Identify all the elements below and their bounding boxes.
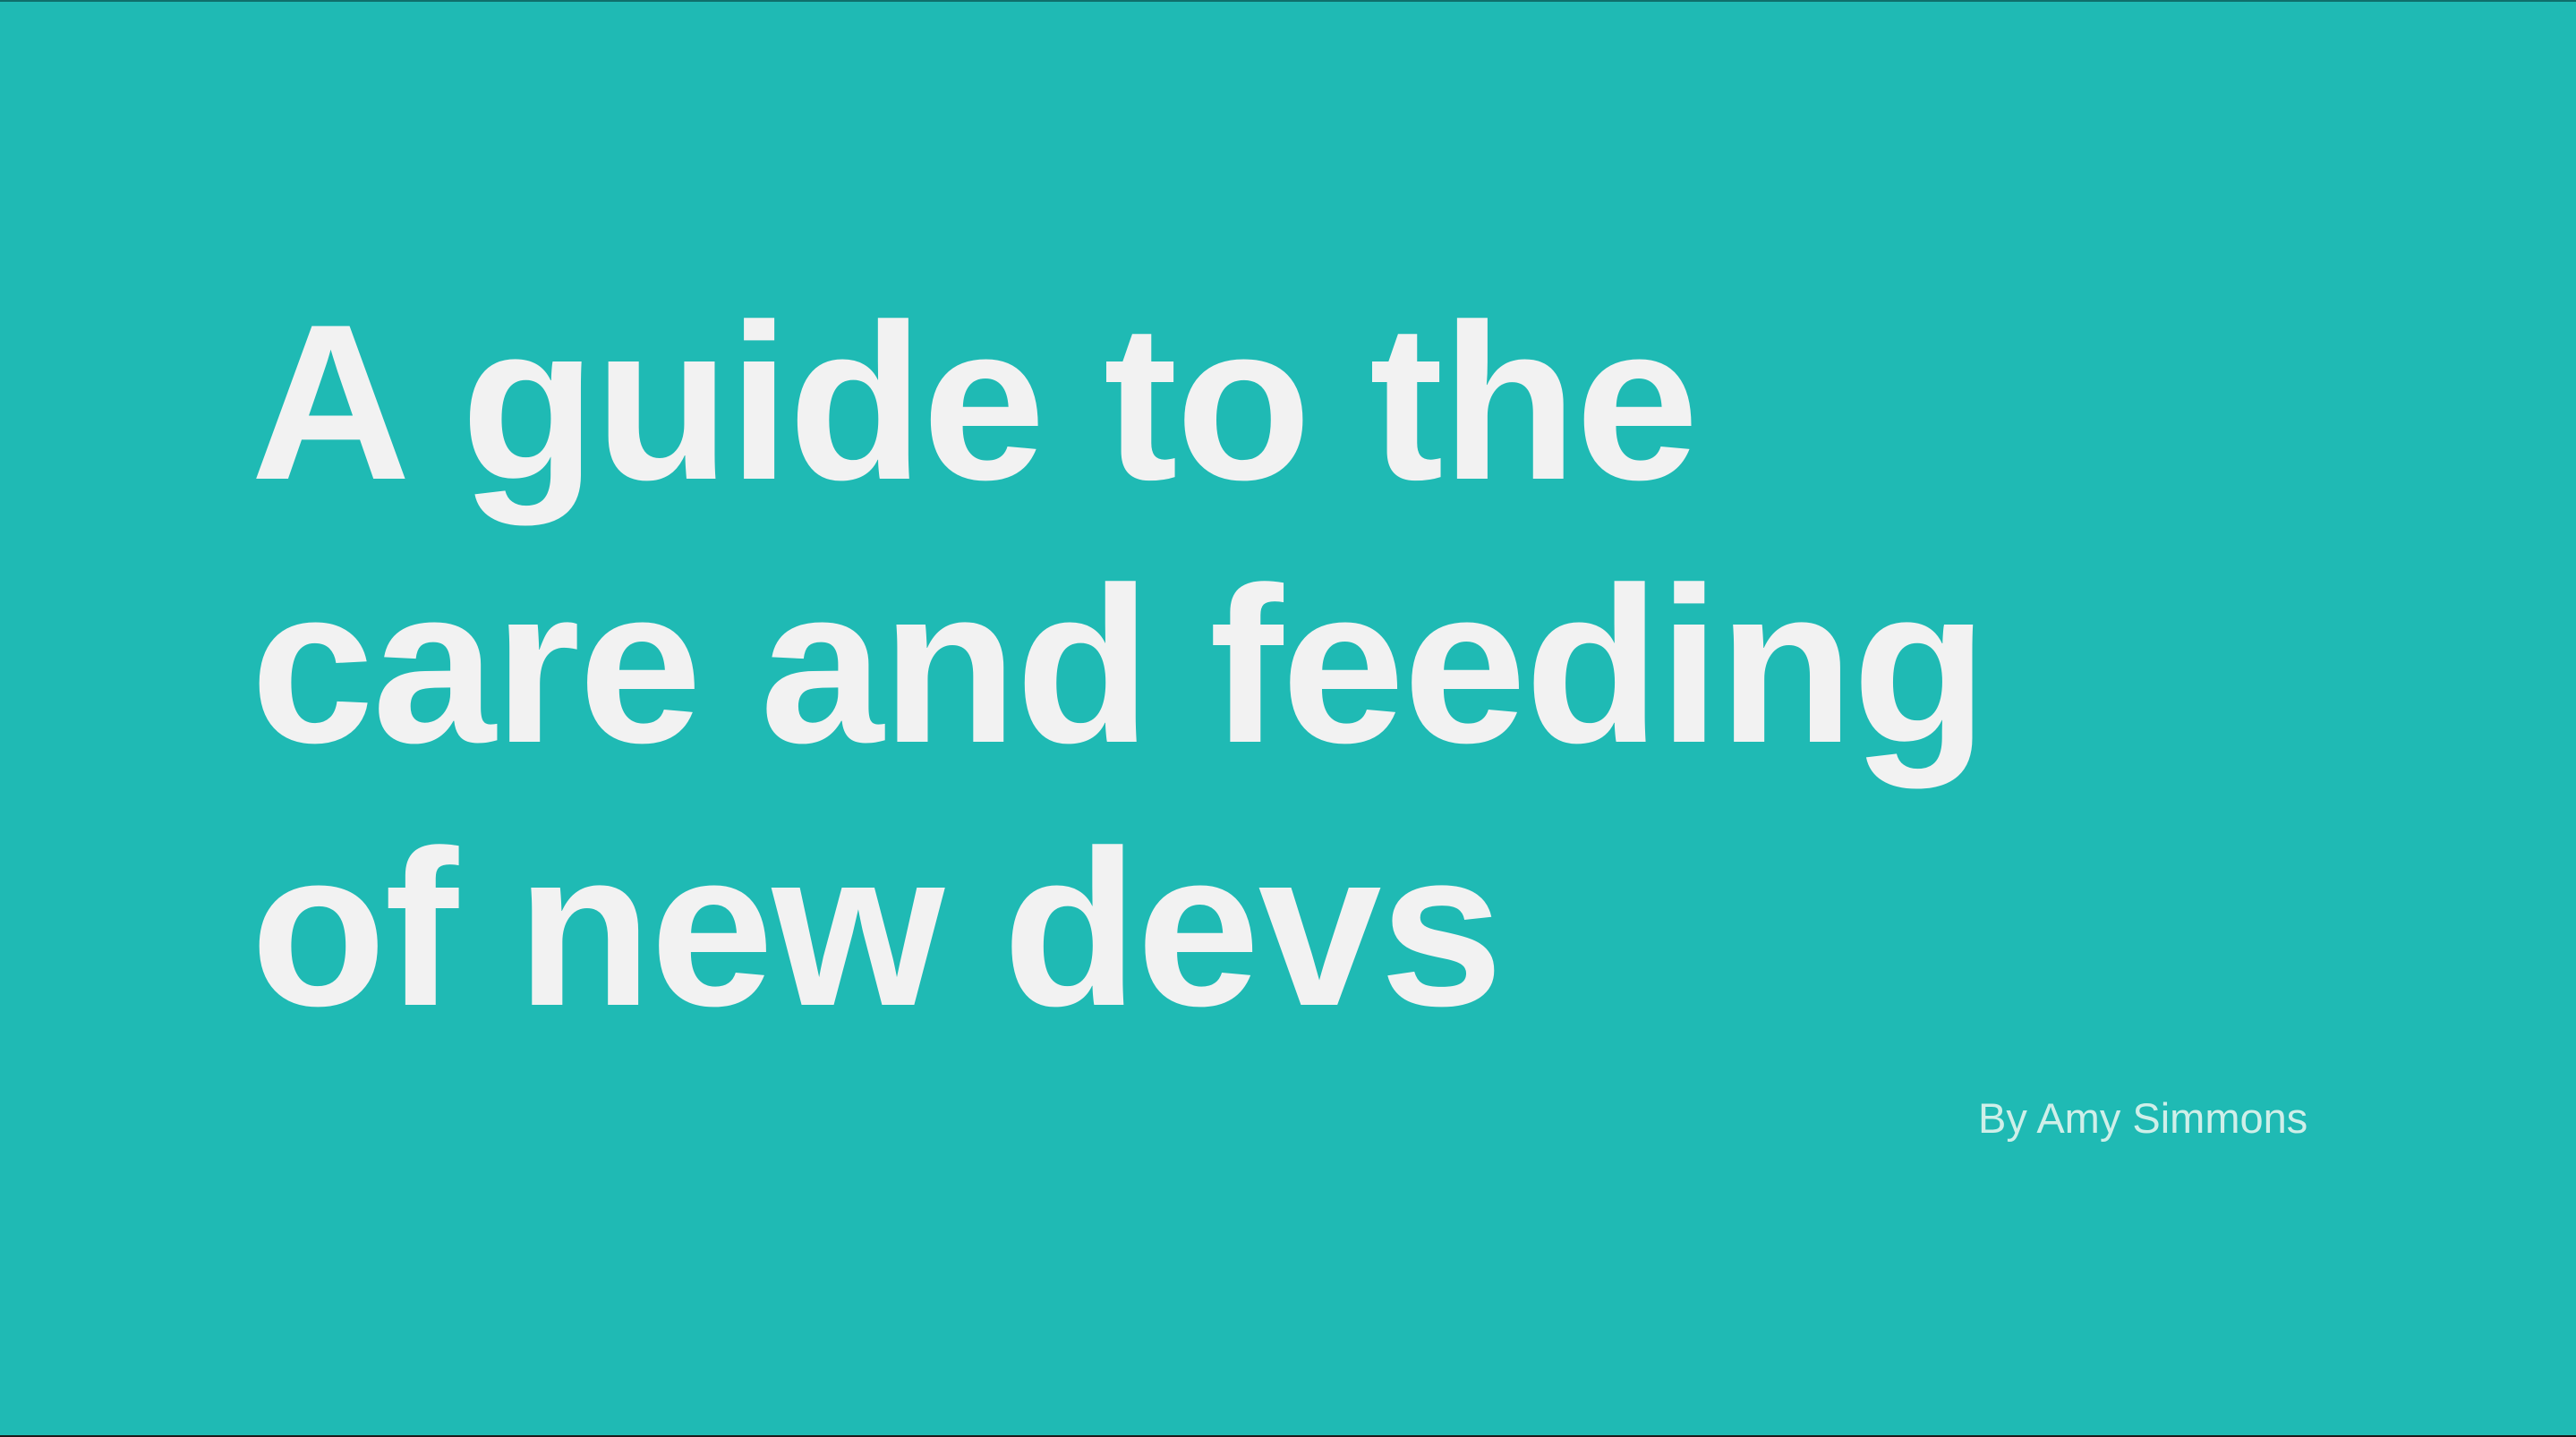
presentation-slide: A guide to the care and feeding of new d…	[0, 0, 2576, 1437]
slide-title-line: care and feeding	[251, 540, 1988, 789]
slide-title: A guide to the care and feeding of new d…	[251, 270, 1988, 1059]
slide-title-line: of new devs	[251, 804, 1503, 1052]
author-byline: By Amy Simmons	[1978, 1094, 2308, 1142]
slide-title-line: A guide to the	[251, 277, 1699, 526]
